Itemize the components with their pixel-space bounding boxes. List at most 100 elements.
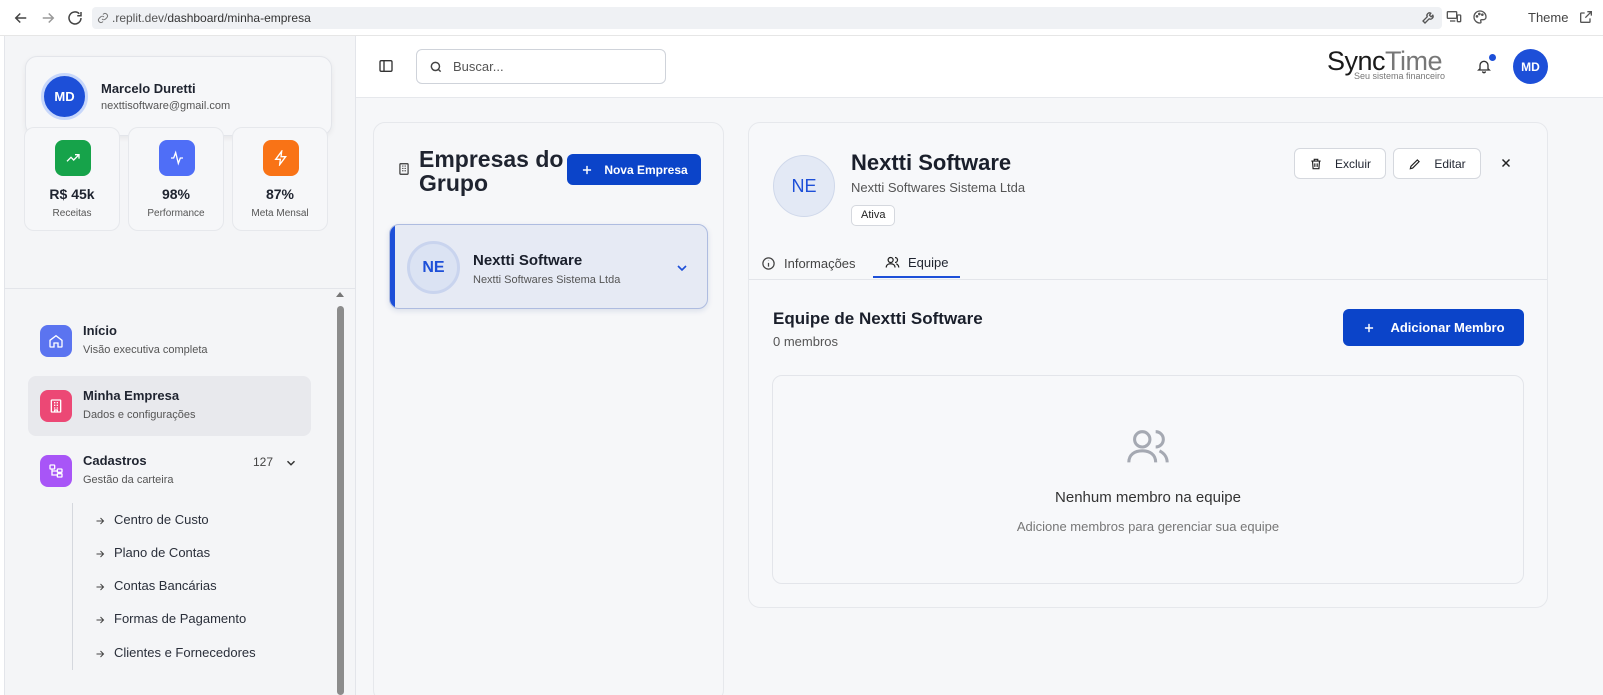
tab-label: Equipe bbox=[908, 254, 949, 270]
sidebar-divider bbox=[5, 288, 356, 289]
sidebar-item-subtitle: Dados e configurações bbox=[83, 409, 196, 421]
subnav-item-formas-de-pagamento[interactable]: Formas de Pagamento bbox=[94, 611, 246, 629]
topbar-avatar[interactable]: MD bbox=[1513, 49, 1548, 84]
sidebar-item-subtitle: Visão executiva completa bbox=[83, 344, 208, 356]
chevron-down-icon[interactable] bbox=[674, 260, 690, 276]
sidebar-item-cadastros[interactable]: Cadastros Gestão da carteira 127 bbox=[28, 441, 311, 501]
stat-label: Meta Mensal bbox=[251, 208, 309, 219]
zap-icon bbox=[263, 140, 299, 176]
search-icon bbox=[429, 60, 443, 74]
trash-icon bbox=[1309, 157, 1323, 171]
forward-arrow-icon[interactable] bbox=[39, 9, 57, 27]
users-icon bbox=[1125, 424, 1171, 470]
subnav-item-contas-bancarias[interactable]: Contas Bancárias bbox=[94, 578, 217, 596]
folder-tree-icon bbox=[40, 455, 72, 487]
subnav-label: Clientes e Fornecedores bbox=[114, 645, 256, 660]
empty-state-subtitle: Adicione membros para gerenciar sua equi… bbox=[1016, 519, 1280, 534]
team-title: Equipe de Nextti Software bbox=[773, 309, 983, 328]
external-link-icon[interactable] bbox=[1578, 9, 1594, 25]
subnav-label: Formas de Pagamento bbox=[114, 611, 247, 626]
plus-icon bbox=[580, 163, 594, 177]
stat-label: Performance bbox=[147, 208, 205, 219]
detail-company-name: Nextti Software bbox=[851, 150, 1012, 175]
stat-value: R$ 45k bbox=[49, 186, 95, 202]
company-card[interactable]: NE Nextti Software Nextti Softwares Sist… bbox=[389, 224, 708, 309]
arrow-right-icon bbox=[94, 614, 106, 626]
url-domain: .replit.dev/ bbox=[112, 11, 168, 25]
notification-dot bbox=[1489, 54, 1496, 61]
member-count: 0 membros bbox=[773, 334, 839, 349]
add-member-button[interactable]: Adicionar Membro bbox=[1343, 309, 1524, 346]
company-name: Nextti Software bbox=[473, 252, 583, 269]
new-company-button[interactable]: Nova Empresa bbox=[567, 154, 701, 185]
subnav-guide-line bbox=[72, 503, 73, 670]
detail-legal-name: Nextti Softwares Sistema Ltda bbox=[851, 180, 1026, 195]
company-avatar: NE bbox=[407, 241, 460, 294]
search-input[interactable]: Buscar... bbox=[416, 49, 666, 84]
plus-icon bbox=[1362, 321, 1376, 335]
tab-label: Informações bbox=[784, 255, 856, 271]
stat-value: 98% bbox=[161, 186, 191, 202]
empty-state bbox=[772, 375, 1524, 584]
url-path: dashboard/minha-empresa bbox=[167, 11, 311, 25]
logo-subtitle: Seu sistema financeiro bbox=[1354, 71, 1446, 81]
arrow-right-icon bbox=[94, 548, 106, 560]
sidebar-item-inicio[interactable]: Início Visão executiva completa bbox=[28, 311, 311, 371]
subnav-item-plano-de-contas[interactable]: Plano de Contas bbox=[94, 545, 210, 563]
sidebar-scrollbar[interactable] bbox=[335, 288, 345, 695]
arrow-right-icon bbox=[94, 515, 106, 527]
home-icon bbox=[40, 325, 72, 357]
back-arrow-icon[interactable] bbox=[12, 9, 30, 27]
info-icon bbox=[761, 256, 776, 271]
selected-indicator bbox=[390, 225, 395, 308]
theme-label[interactable]: Theme bbox=[1528, 10, 1568, 25]
tab-informacoes[interactable]: Informações bbox=[761, 248, 856, 278]
stat-value: 87% bbox=[265, 186, 295, 202]
scroll-up-arrow-icon[interactable] bbox=[335, 290, 345, 300]
pencil-icon bbox=[1408, 157, 1422, 171]
sidebar-item-title: Início bbox=[83, 323, 117, 338]
arrow-right-icon bbox=[94, 581, 106, 593]
stat-card-receitas: R$ 45k Receitas bbox=[24, 127, 120, 231]
link-icon bbox=[97, 12, 109, 24]
reload-icon[interactable] bbox=[66, 9, 84, 27]
subnav-item-clientes-e-fornecedores[interactable]: Clientes e Fornecedores bbox=[94, 645, 256, 663]
companies-panel bbox=[373, 122, 724, 695]
sidebar-toggle-icon[interactable] bbox=[378, 58, 394, 74]
tab-equipe[interactable]: Equipe bbox=[873, 248, 961, 278]
detail-avatar: NE bbox=[773, 155, 835, 217]
users-icon bbox=[885, 255, 900, 270]
edit-label: Editar bbox=[1434, 156, 1466, 171]
companies-title-line2: Grupo bbox=[419, 170, 488, 196]
empty-state-title: Nenhum membro na equipe bbox=[1055, 489, 1241, 506]
devices-icon[interactable] bbox=[1446, 9, 1462, 25]
scrollbar-thumb[interactable] bbox=[337, 306, 344, 695]
palette-icon[interactable] bbox=[1472, 9, 1488, 25]
profile-card[interactable]: MD Marcelo Duretti nexttisoftware@gmail.… bbox=[25, 56, 332, 136]
subnav-item-centro-de-custo[interactable]: Centro de Custo bbox=[94, 512, 209, 530]
subnav-label: Contas Bancárias bbox=[114, 578, 217, 593]
sidebar-item-subtitle: Gestão da carteira bbox=[83, 474, 174, 486]
building-icon bbox=[40, 390, 72, 422]
user-email: nexttisoftware@gmail.com bbox=[101, 100, 231, 112]
chevron-down-icon[interactable] bbox=[284, 456, 298, 470]
trending-up-icon bbox=[55, 140, 91, 176]
activity-icon bbox=[159, 140, 195, 176]
sidebar-item-minha-empresa[interactable]: Minha Empresa Dados e configurações bbox=[28, 376, 311, 436]
companies-title-line1: Empresas do bbox=[419, 146, 564, 172]
search-placeholder: Buscar... bbox=[453, 59, 504, 74]
delete-label: Excluir bbox=[1334, 156, 1371, 171]
subnav-label: Plano de Contas bbox=[114, 545, 211, 560]
edit-button[interactable]: Editar bbox=[1393, 148, 1481, 179]
wrench-icon[interactable] bbox=[1421, 9, 1437, 25]
companies-title: Empresas do Grupo bbox=[419, 147, 563, 195]
new-company-label: Nova Empresa bbox=[604, 162, 688, 177]
building-icon bbox=[397, 162, 411, 176]
delete-button[interactable]: Excluir bbox=[1294, 148, 1386, 179]
address-bar[interactable]: .replit.dev/dashboard/minha-empresa bbox=[92, 7, 1442, 29]
stat-label: Receitas bbox=[52, 208, 92, 219]
user-name: Marcelo Duretti bbox=[101, 81, 196, 96]
avatar: MD bbox=[41, 73, 88, 120]
status-badge: Ativa bbox=[851, 205, 896, 226]
close-icon[interactable] bbox=[1499, 156, 1513, 170]
